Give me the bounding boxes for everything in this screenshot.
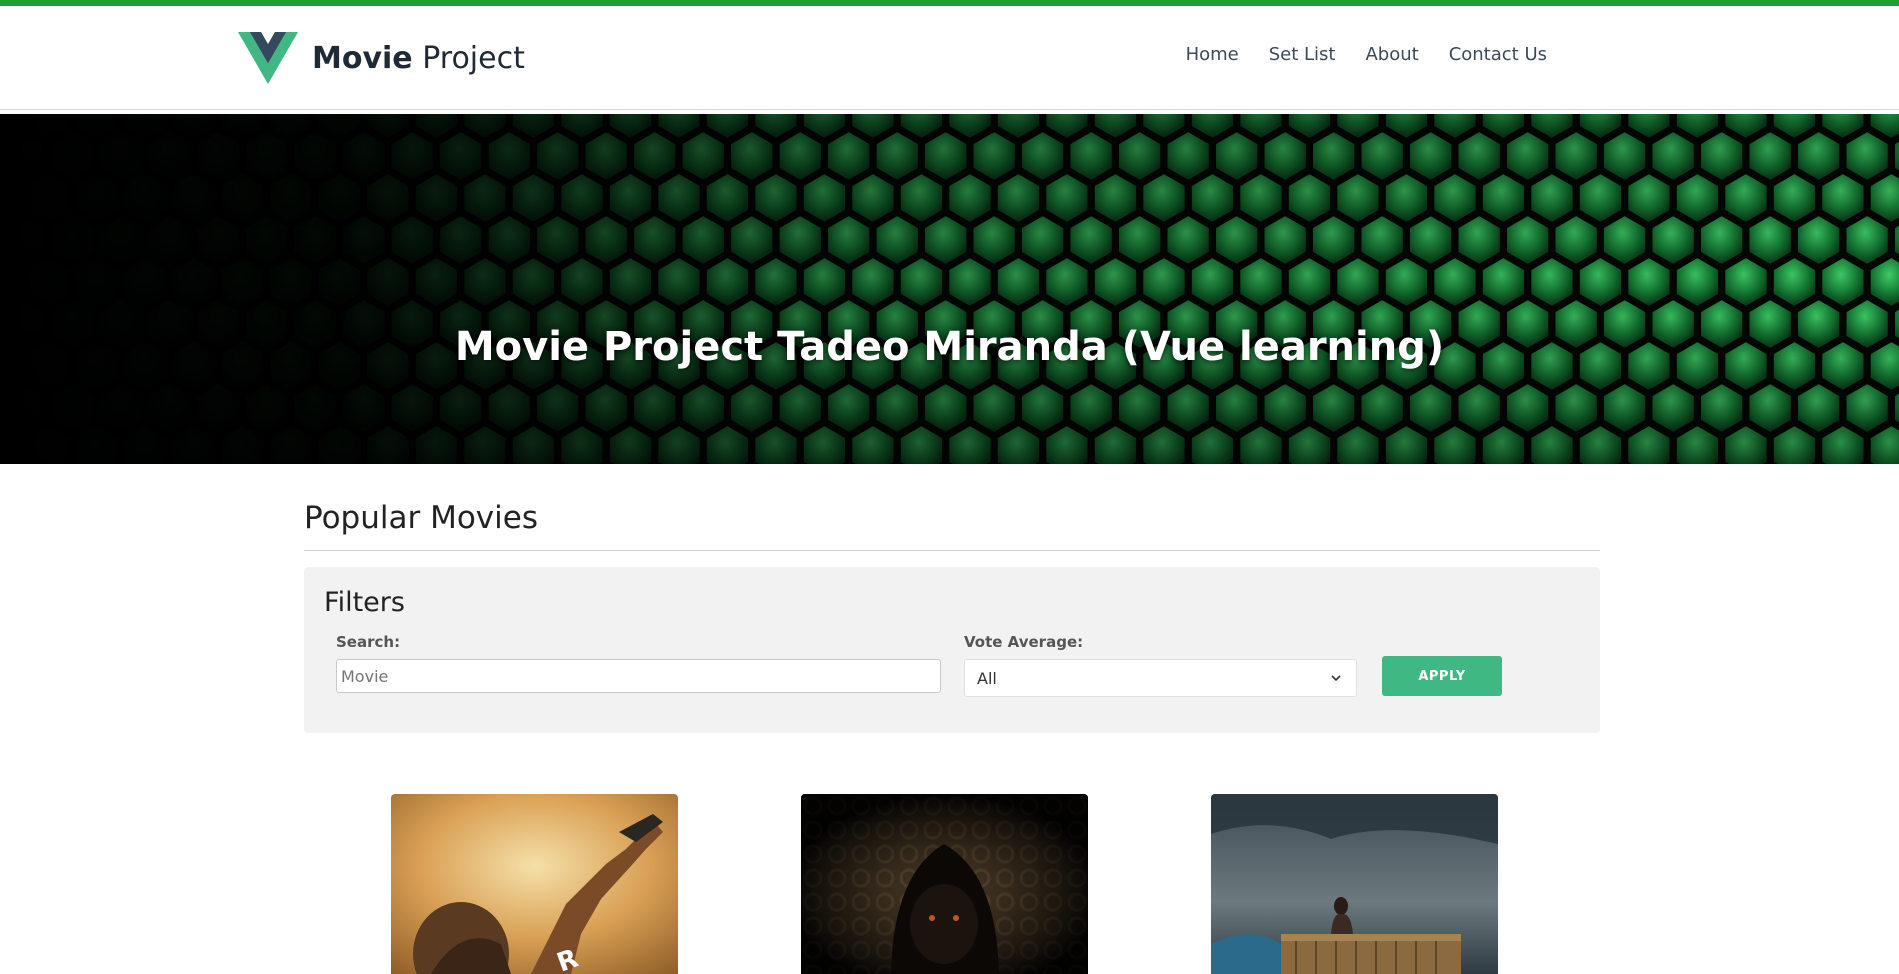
search-input[interactable] <box>336 659 941 693</box>
main-nav: Home Set List About Contact Us <box>1186 44 1547 65</box>
nav-contact-us[interactable]: Contact Us <box>1449 44 1547 65</box>
nav-home[interactable]: Home <box>1186 44 1239 65</box>
nav-set-list[interactable]: Set List <box>1269 44 1336 65</box>
main-content: Popular Movies Filters Search: Vote Aver… <box>304 500 1600 974</box>
filters-title: Filters <box>324 587 405 618</box>
action-gun-poster-image: R <box>391 794 678 974</box>
brand-logo-link[interactable]: Movie Project <box>238 30 525 86</box>
vote-average-selected-value: All <box>977 668 997 688</box>
movie-card-poster-1[interactable]: R <box>391 794 678 974</box>
brand-title-bold: Movie <box>312 40 413 76</box>
movie-card-poster-2[interactable] <box>801 794 1088 974</box>
filters-panel: Filters Search: Vote Average: All APPLY <box>304 567 1600 733</box>
nav-about[interactable]: About <box>1365 44 1418 65</box>
vote-average-label: Vote Average: <box>964 633 1084 651</box>
dark-hooded-figure-poster-image <box>801 794 1088 974</box>
chevron-down-icon <box>1331 675 1341 682</box>
site-header: Movie Project Home Set List About Contac… <box>0 6 1899 110</box>
hex-pattern-background <box>0 114 1899 464</box>
apply-button[interactable]: APPLY <box>1382 656 1502 696</box>
section-title-popular-movies: Popular Movies <box>304 500 1600 551</box>
movie-card-poster-3[interactable] <box>1211 794 1498 974</box>
vote-average-select[interactable]: All <box>964 659 1357 697</box>
brand-title-light: Project <box>422 40 525 76</box>
hero-title: Movie Project Tadeo Miranda (Vue learnin… <box>454 324 1445 370</box>
brand-title: Movie Project <box>312 41 525 76</box>
vue-logo-icon <box>238 32 298 84</box>
hero-banner: Movie Project Tadeo Miranda (Vue learnin… <box>0 114 1899 464</box>
woman-on-shipping-container-poster-image <box>1211 794 1498 974</box>
search-label: Search: <box>336 633 401 651</box>
